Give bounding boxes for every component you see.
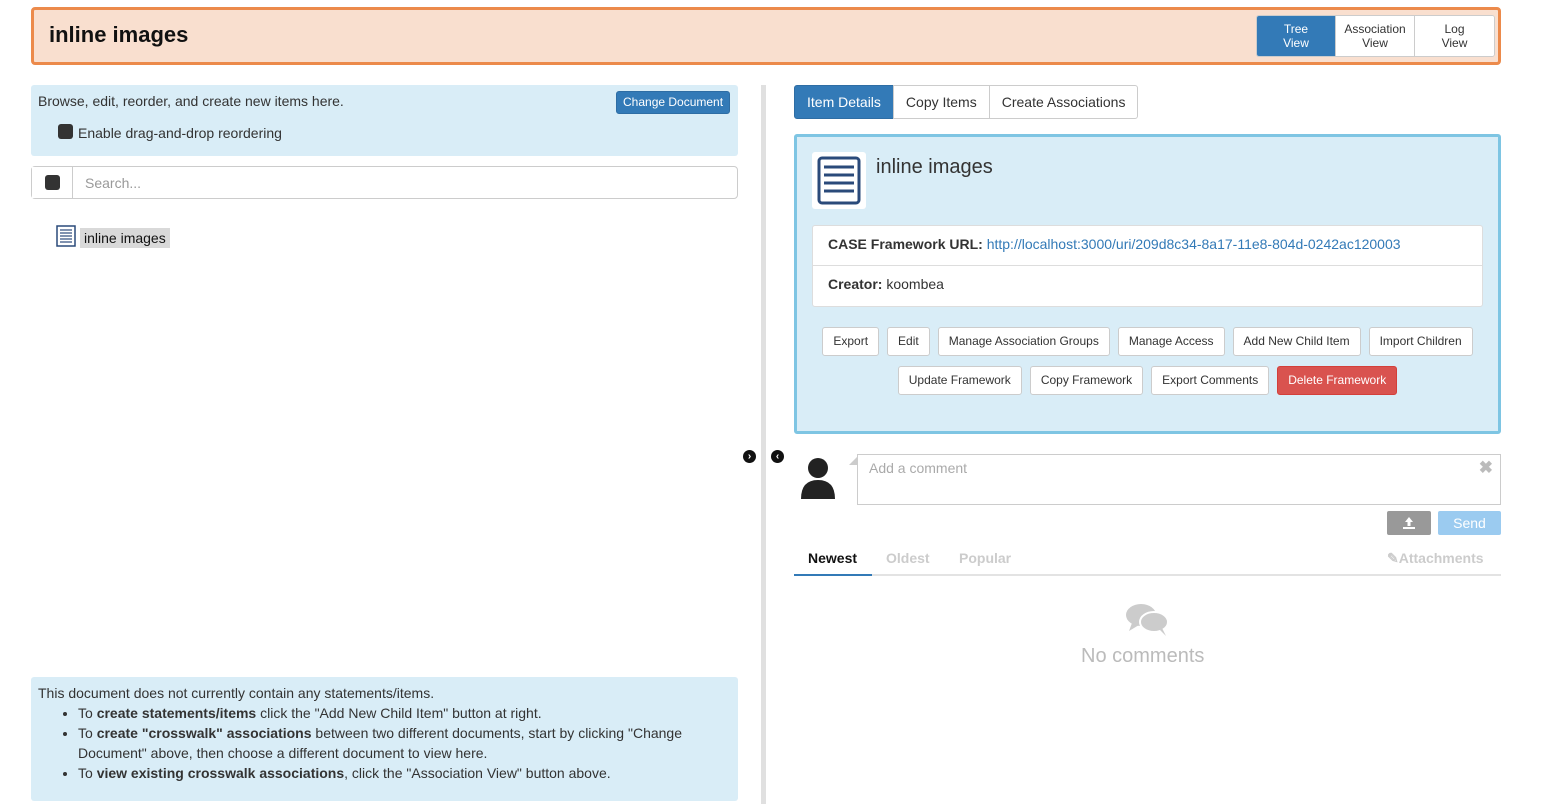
log-view-label-1: Log <box>1444 22 1465 36</box>
drag-drop-label: Enable drag-and-drop reordering <box>78 125 282 141</box>
help-intro: This document does not currently contain… <box>38 685 435 701</box>
tab-create-associations[interactable]: Create Associations <box>988 85 1139 119</box>
item-details-panel: inline images CASE Framework URL: http:/… <box>794 134 1501 434</box>
sort-oldest[interactable]: Oldest <box>886 550 930 566</box>
comment-input[interactable]: Add a comment ✖ <box>849 454 1501 505</box>
comment-placeholder: Add a comment <box>869 460 968 476</box>
paperclip-icon: ✎ <box>1387 550 1399 566</box>
drag-drop-checkbox[interactable] <box>58 123 73 139</box>
tree-info-text: Browse, edit, reorder, and create new it… <box>38 93 344 109</box>
panel-divider[interactable] <box>761 85 766 804</box>
help-list: To create statements/items click the "Ad… <box>38 703 731 783</box>
document-icon <box>56 225 76 250</box>
tree-view-label-1: Tree <box>1283 22 1309 36</box>
tree-node[interactable]: inline images <box>56 225 170 250</box>
send-button[interactable]: Send <box>1438 511 1501 535</box>
help-text: To <box>78 725 97 741</box>
update-framework-button[interactable]: Update Framework <box>897 366 1022 395</box>
delete-framework-button[interactable]: Delete Framework <box>1277 366 1398 395</box>
item-title: inline images <box>876 156 993 178</box>
creator-value: koombea <box>886 276 944 292</box>
help-item: To create statements/items click the "Ad… <box>78 703 731 723</box>
no-comments-text: No comments <box>1081 645 1205 667</box>
creator-row: Creator: koombea <box>813 266 1482 306</box>
active-sort-underline <box>794 574 872 576</box>
tree-search <box>31 166 738 199</box>
url-row: CASE Framework URL: http://localhost:300… <box>813 226 1482 266</box>
help-emphasis: view existing crosswalk associations <box>96 765 345 781</box>
help-panel: This document does not currently contain… <box>31 677 738 801</box>
log-view-button[interactable]: Log View <box>1415 16 1494 56</box>
help-emphasis: create statements/items <box>96 705 257 721</box>
edit-button[interactable]: Edit <box>887 327 930 356</box>
framework-url-link[interactable]: http://localhost:3000/uri/209d8c34-8a17-… <box>987 236 1401 252</box>
tab-copy-items[interactable]: Copy Items <box>892 85 990 119</box>
search-checkbox-addon[interactable] <box>32 167 73 198</box>
select-all-checkbox[interactable] <box>44 175 60 190</box>
help-text: To <box>78 765 97 781</box>
expand-right-icon[interactable]: › <box>743 450 756 463</box>
attachments-tab[interactable]: ✎Attachments <box>1387 550 1484 567</box>
help-emphasis: create "crosswalk" associations <box>96 725 312 741</box>
right-tabs: Item Details Copy Items Create Associati… <box>794 85 1139 119</box>
attachments-label: Attachments <box>1398 550 1484 566</box>
help-text: , click the "Association View" button ab… <box>344 765 611 781</box>
help-text: click the "Add New Child Item" button at… <box>256 705 542 721</box>
sort-popular[interactable]: Popular <box>959 550 1011 566</box>
upload-icon <box>1403 517 1415 529</box>
manage-association-groups-button[interactable]: Manage Association Groups <box>937 327 1110 356</box>
import-children-button[interactable]: Import Children <box>1368 327 1473 356</box>
close-icon[interactable]: ✖ <box>1479 458 1493 478</box>
search-input[interactable] <box>73 167 737 198</box>
association-view-label-2: View <box>1362 36 1388 50</box>
expand-left-icon[interactable]: ‹ <box>771 450 784 463</box>
comments-icon <box>1124 602 1170 641</box>
change-document-button[interactable]: Change Document <box>616 91 731 114</box>
document-header: inline images Tree View Association View… <box>31 7 1501 65</box>
help-text: To <box>78 705 97 721</box>
association-view-button[interactable]: Association View <box>1336 16 1415 56</box>
user-avatar-icon <box>798 456 838 500</box>
drag-drop-toggle[interactable]: Enable drag-and-drop reordering <box>58 121 282 141</box>
view-switcher: Tree View Association View Log View <box>1256 15 1495 57</box>
creator-label: Creator: <box>828 276 883 292</box>
document-title: inline images <box>49 22 189 47</box>
help-item: To create "crosswalk" associations betwe… <box>78 723 731 763</box>
export-button[interactable]: Export <box>822 327 880 356</box>
framework-icon <box>812 152 866 209</box>
action-buttons-row-1: Export Edit Manage Association Groups Ma… <box>797 327 1498 356</box>
action-buttons-row-2: Update Framework Copy Framework Export C… <box>797 366 1498 395</box>
url-label: CASE Framework URL: <box>828 236 983 252</box>
tab-item-details[interactable]: Item Details <box>794 85 894 119</box>
association-view-label-1: Association <box>1344 22 1406 36</box>
upload-button[interactable] <box>1387 511 1431 535</box>
item-properties: CASE Framework URL: http://localhost:300… <box>812 225 1483 307</box>
export-comments-button[interactable]: Export Comments <box>1151 366 1270 395</box>
add-new-child-item-button[interactable]: Add New Child Item <box>1232 327 1361 356</box>
comment-sort-nav: Newest Oldest Popular ✎Attachments <box>794 542 1501 576</box>
sort-newest[interactable]: Newest <box>808 550 857 566</box>
tree-info-panel: Browse, edit, reorder, and create new it… <box>31 85 738 156</box>
manage-access-button[interactable]: Manage Access <box>1117 327 1225 356</box>
help-item: To view existing crosswalk associations,… <box>78 763 731 783</box>
log-view-label-2: View <box>1441 36 1468 50</box>
copy-framework-button[interactable]: Copy Framework <box>1029 366 1144 395</box>
tree-view-button[interactable]: Tree View <box>1257 16 1336 56</box>
tree-node-label[interactable]: inline images <box>80 227 170 248</box>
tree-view-label-2: View <box>1283 36 1309 50</box>
